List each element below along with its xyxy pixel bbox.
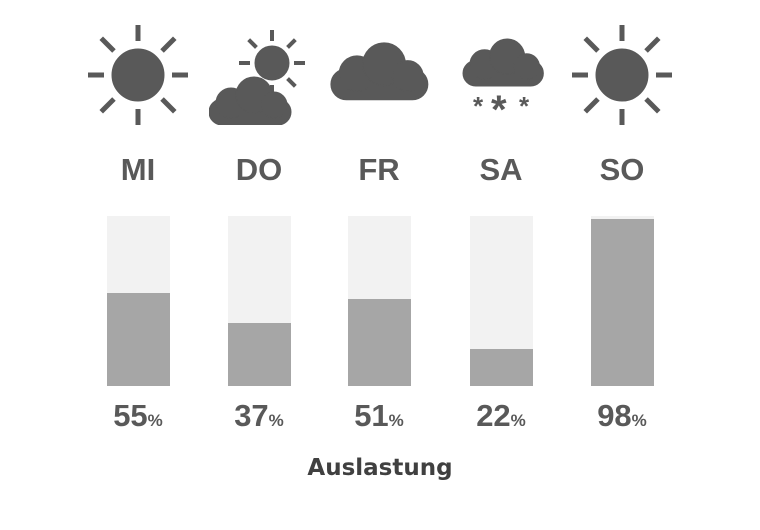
- value-label: 37%: [199, 398, 319, 434]
- day-column: SO 98%: [562, 0, 682, 530]
- bar-track: [228, 216, 291, 386]
- value-unit: %: [510, 411, 526, 430]
- value-label: 51%: [319, 398, 439, 434]
- bar-track: [107, 216, 170, 386]
- value-number: 22: [476, 398, 511, 433]
- svg-text:*: *: [519, 91, 530, 121]
- value-number: 37: [234, 398, 269, 433]
- day-column: DO 37%: [199, 0, 319, 530]
- day-label: FR: [358, 152, 400, 187]
- day-column: MI 55%: [78, 0, 198, 530]
- value-unit: %: [268, 411, 284, 430]
- value-unit: %: [631, 411, 647, 430]
- value-unit: %: [147, 411, 163, 430]
- bar-fill: [348, 299, 411, 386]
- day-label: DO: [235, 152, 283, 187]
- day-label: SO: [599, 152, 645, 187]
- value-unit: %: [388, 411, 404, 430]
- bar-fill: [228, 323, 291, 386]
- value-number: 98: [597, 398, 632, 433]
- cloud-icon: [330, 42, 429, 101]
- value-label: 98%: [562, 398, 682, 434]
- day-label: SA: [479, 152, 523, 187]
- value-label: 55%: [78, 398, 198, 434]
- value-label: 22%: [441, 398, 561, 434]
- bar-track: [348, 216, 411, 386]
- chart-caption: Auslastung: [307, 455, 453, 481]
- snow-icon: * * *: [462, 38, 544, 125]
- sun-icon: [88, 25, 188, 125]
- day-label: MI: [120, 152, 156, 187]
- sun-icon: [572, 25, 672, 125]
- day-column: FR 51%: [319, 0, 439, 530]
- bar-fill: [591, 219, 654, 386]
- bar-track: [470, 216, 533, 386]
- bar-track: [591, 216, 654, 386]
- value-number: 51: [354, 398, 389, 433]
- partly-cloudy-icon: [209, 30, 305, 125]
- bar-fill: [470, 348, 533, 386]
- day-column: * * * SA 22%: [441, 0, 561, 530]
- bar-fill: [107, 292, 170, 386]
- svg-text:*: *: [491, 88, 507, 125]
- value-number: 55: [113, 398, 148, 433]
- svg-text:*: *: [473, 91, 484, 121]
